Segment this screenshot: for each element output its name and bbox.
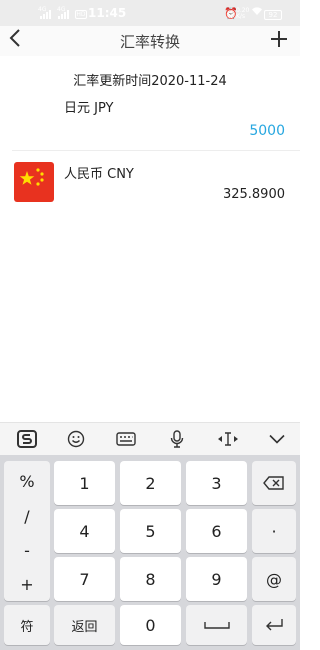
backspace-icon xyxy=(263,476,284,490)
key-6[interactable]: 6 xyxy=(186,509,247,553)
signal-1-icon xyxy=(40,9,51,19)
keyboard-switch-icon[interactable] xyxy=(112,427,140,451)
key-plus[interactable]: + xyxy=(4,575,50,594)
divider xyxy=(12,150,300,151)
status-bar: 4G 4G HD 11:45 ⏰ 0.20 K/s 92 xyxy=(0,0,300,26)
target-currency-name[interactable]: 人民币 CNY xyxy=(64,163,134,182)
cursor-move-icon[interactable] xyxy=(214,427,242,451)
target-amount: 325.8900 xyxy=(222,187,285,202)
emoji-icon[interactable] xyxy=(62,427,90,451)
app-header: 汇率转换 xyxy=(0,26,300,56)
delete-key[interactable] xyxy=(252,461,296,505)
key-1[interactable]: 1 xyxy=(54,461,115,505)
enter-icon xyxy=(266,619,283,631)
symbol-key[interactable]: 符 xyxy=(4,605,50,645)
key-at[interactable]: @ xyxy=(252,557,296,601)
signal-2-icon xyxy=(58,9,69,19)
hd-voice-icon: HD xyxy=(75,10,87,19)
page-title: 汇率转换 xyxy=(119,33,180,51)
back-key[interactable]: 返回 xyxy=(54,605,115,645)
space-key[interactable] xyxy=(186,605,247,645)
microphone-icon[interactable] xyxy=(163,427,191,451)
key-8[interactable]: 8 xyxy=(120,557,181,601)
base-currency-name[interactable]: 日元 JPY xyxy=(64,97,113,116)
key-minus[interactable]: - xyxy=(4,541,50,560)
net-speed: 0.20 K/s xyxy=(236,8,249,20)
numeric-keyboard: % / - + 1 2 3 4 5 6 · 7 8 9 @ 符 返回 0 xyxy=(0,455,300,650)
key-dot[interactable]: · xyxy=(252,509,296,553)
symbol-column[interactable]: % / - + xyxy=(4,461,50,601)
status-time: 11:45 xyxy=(88,6,127,20)
battery-icon: 92 xyxy=(264,10,282,20)
wifi-icon xyxy=(251,6,263,19)
key-2[interactable]: 2 xyxy=(120,461,181,505)
key-slash[interactable]: / xyxy=(4,507,50,526)
key-4[interactable]: 4 xyxy=(54,509,115,553)
key-percent[interactable]: % xyxy=(4,472,50,491)
net-speed-unit: K/s xyxy=(236,13,246,20)
key-3[interactable]: 3 xyxy=(186,461,247,505)
key-0[interactable]: 0 xyxy=(120,605,181,645)
collapse-keyboard-icon[interactable] xyxy=(263,427,291,451)
add-icon[interactable] xyxy=(269,24,289,56)
enter-key[interactable] xyxy=(252,605,296,645)
key-5[interactable]: 5 xyxy=(120,509,181,553)
space-icon xyxy=(203,622,230,629)
key-9[interactable]: 9 xyxy=(186,557,247,601)
sogou-logo-icon[interactable] xyxy=(13,427,41,451)
rate-update-time: 汇率更新时间2020-11-24 xyxy=(73,74,227,89)
china-flag-icon xyxy=(14,162,54,202)
key-7[interactable]: 7 xyxy=(54,557,115,601)
base-amount-input[interactable]: 5000 xyxy=(249,123,285,139)
keyboard-toolbar xyxy=(0,422,300,455)
